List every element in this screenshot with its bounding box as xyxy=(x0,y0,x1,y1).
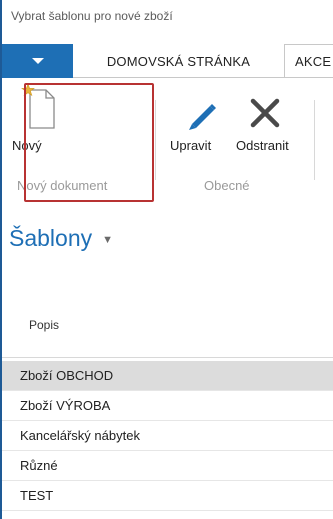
templates-list: Zboží OBCHOD Zboží VÝROBA Kancelářský ná… xyxy=(2,361,333,511)
new-button-label: Nový xyxy=(12,138,42,153)
section-title-text: Šablony xyxy=(9,225,93,251)
close-x-icon xyxy=(250,98,280,128)
ribbon-group-separator xyxy=(155,100,156,180)
table-row[interactable]: Různé xyxy=(2,451,333,481)
table-row[interactable]: TEST xyxy=(2,481,333,511)
pencil-icon xyxy=(189,104,216,130)
caret-down-icon xyxy=(31,58,44,64)
header-divider xyxy=(2,357,333,358)
page: Vybrat šablonu pro nové zboží DOMOVSKÁ S… xyxy=(0,0,333,519)
application-menu-button[interactable] xyxy=(2,44,73,78)
table-row[interactable]: Kancelářský nábytek xyxy=(2,421,333,451)
delete-button-label: Odstranit xyxy=(236,138,289,153)
new-document-icon xyxy=(21,84,55,129)
table-row[interactable]: Zboží OBCHOD xyxy=(2,361,333,391)
ribbon-tab-bar: DOMOVSKÁ STRÁNKA AKCE xyxy=(2,44,333,78)
delete-button[interactable]: Odstranit xyxy=(232,98,306,160)
edit-button[interactable]: Upravit xyxy=(166,104,232,160)
column-header-description[interactable]: Popis xyxy=(29,318,59,332)
new-button[interactable]: Nový xyxy=(12,84,72,160)
ribbon-group-new-document-label: Nový dokument xyxy=(17,178,108,193)
tab-home[interactable]: DOMOVSKÁ STRÁNKA xyxy=(73,44,284,78)
ribbon: Nový Upravit Odstranit Nový dokument Obe… xyxy=(2,78,333,206)
templates-section-title[interactable]: Šablony ▼ xyxy=(9,225,113,252)
ribbon-group-common-label: Obecné xyxy=(204,178,250,193)
tab-actions[interactable]: AKCE xyxy=(284,44,333,78)
edit-button-label: Upravit xyxy=(170,138,212,153)
table-row[interactable]: Zboží VÝROBA xyxy=(2,391,333,421)
ribbon-group-separator xyxy=(314,100,315,180)
window-title: Vybrat šablonu pro nové zboží xyxy=(11,9,173,23)
chevron-down-icon: ▼ xyxy=(102,233,114,246)
